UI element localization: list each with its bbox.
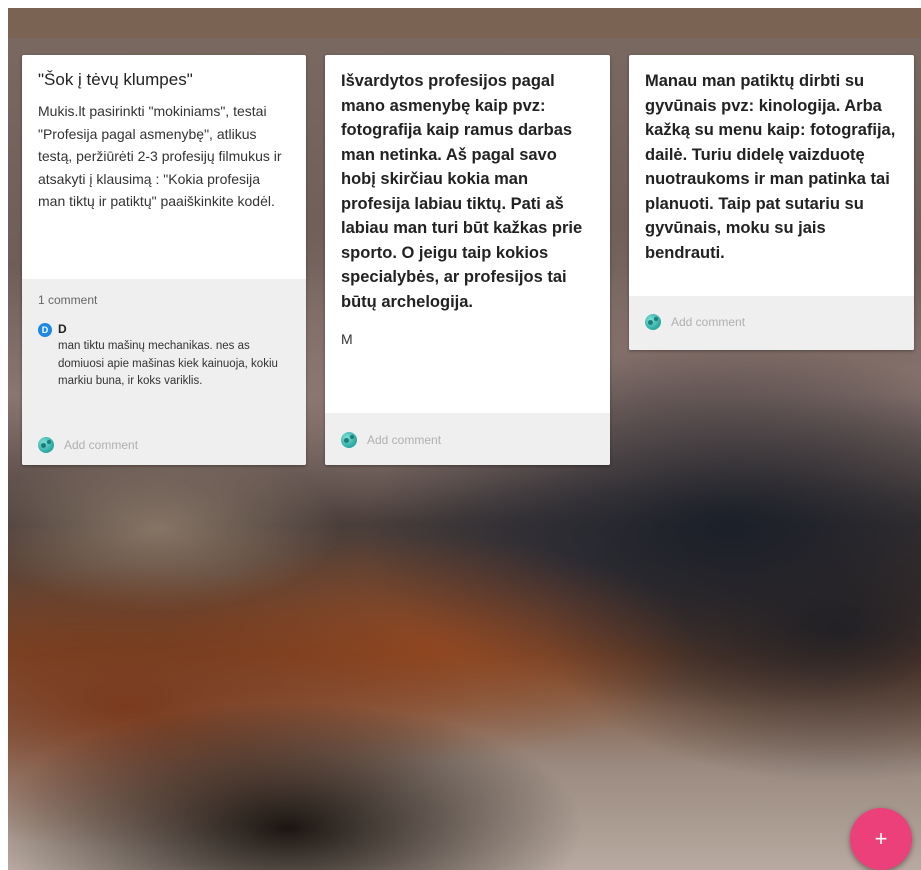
comments-section: 1 comment D D man tiktu mašinų mechanika… xyxy=(22,279,306,465)
commenter-globe-icon xyxy=(341,432,357,448)
add-comment-label: Add comment xyxy=(671,315,746,329)
post-text: Mukis.lt pasirinkti "mokiniams", testai … xyxy=(38,103,286,209)
commenter-globe-icon xyxy=(645,314,661,330)
post-body: "Šok į tėvų klumpes" Mukis.lt pasirinkti… xyxy=(22,55,306,223)
post-signature: M xyxy=(341,331,353,347)
post-body: Manau man patiktų dirbti su gyvūnais pvz… xyxy=(629,55,914,275)
comments-section: Add comment xyxy=(325,413,610,465)
comment-text: man tiktu mašinų mechanikas. nes as domi… xyxy=(58,340,278,387)
add-post-button[interactable]: + xyxy=(850,808,912,870)
post-body: Išvardytos profesijos pagal mano asmenyb… xyxy=(325,55,610,360)
add-comment-button[interactable]: Add comment xyxy=(22,437,154,453)
comment: D D man tiktu mašinų mechanikas. nes as … xyxy=(22,307,306,391)
add-comment-label: Add comment xyxy=(367,433,442,447)
comments-section: Add comment xyxy=(629,296,914,350)
plus-icon: + xyxy=(874,826,888,851)
post-title: "Šok į tėvų klumpes" xyxy=(38,70,193,89)
post-card[interactable]: Manau man patiktų dirbti su gyvūnais pvz… xyxy=(629,55,914,350)
add-comment-button[interactable]: Add comment xyxy=(629,314,761,330)
post-text: Išvardytos profesijos pagal mano asmenyb… xyxy=(341,72,583,311)
post-card[interactable]: "Šok į tėvų klumpes" Mukis.lt pasirinkti… xyxy=(22,55,306,465)
comment-author: D xyxy=(58,322,67,336)
board-background: "Šok į tėvų klumpes" Mukis.lt pasirinkti… xyxy=(8,8,921,870)
post-text: Manau man patiktų dirbti su gyvūnais pvz… xyxy=(645,72,896,262)
avatar: D xyxy=(38,323,52,337)
top-bar xyxy=(8,8,921,38)
add-comment-label: Add comment xyxy=(64,438,139,452)
comment-count[interactable]: 1 comment xyxy=(22,279,306,307)
commenter-globe-icon xyxy=(38,437,54,453)
post-card[interactable]: Išvardytos profesijos pagal mano asmenyb… xyxy=(325,55,610,465)
add-comment-button[interactable]: Add comment xyxy=(325,432,457,448)
